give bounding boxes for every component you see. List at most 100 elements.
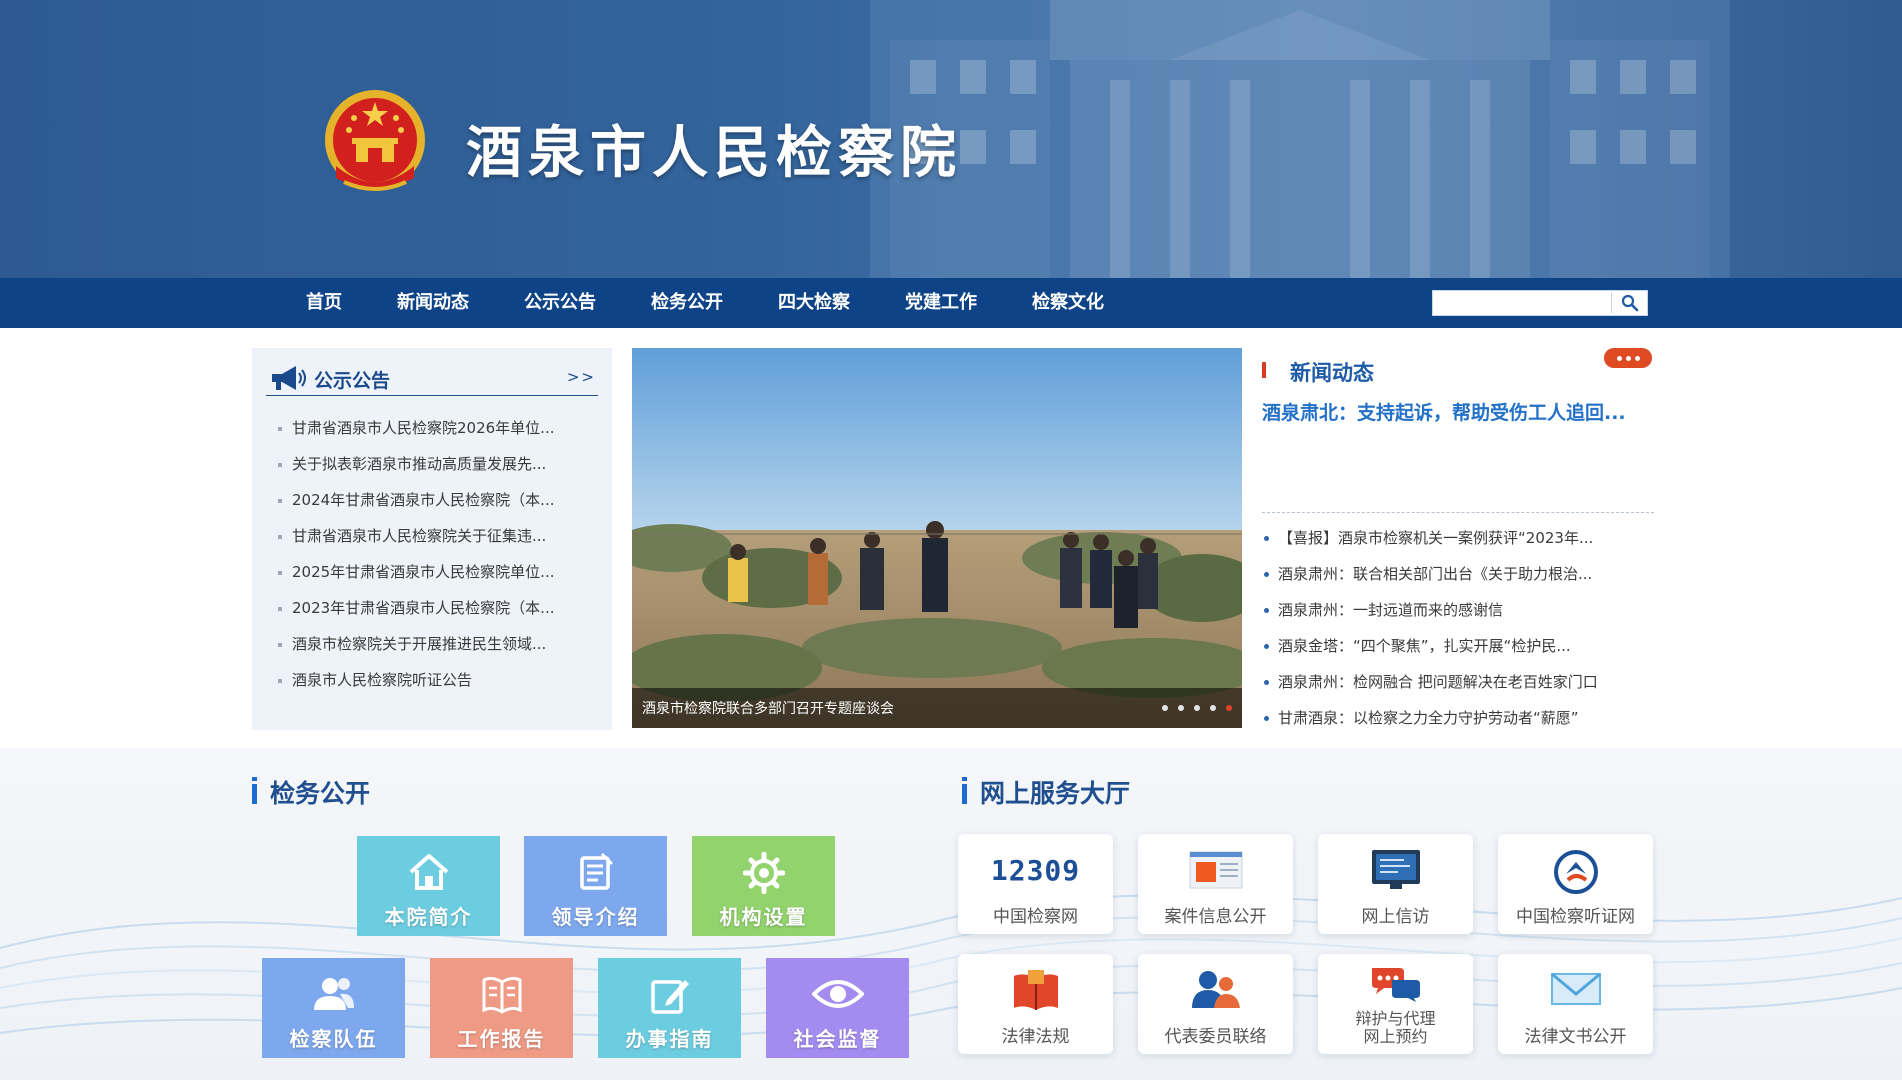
tile-social-supervision[interactable]: 社会监督 xyxy=(766,958,909,1058)
carousel-caption: 酒泉市检察院联合多部门召开专题座谈会 xyxy=(642,701,894,717)
news-item[interactable]: 酒泉肃州：一封远道而来的感谢信 xyxy=(1262,592,1654,628)
notice-item[interactable]: 2023年甘肃省酒泉市人民检察院（本... xyxy=(276,590,606,626)
tile-procuratorial-team[interactable]: 检察队伍 xyxy=(262,958,405,1058)
service-hearing-net[interactable]: 中国检察听证网 xyxy=(1498,834,1653,934)
service-label: 中国检察听证网 xyxy=(1516,907,1635,927)
carousel-dot-active[interactable] xyxy=(1226,705,1232,711)
monitor-icon xyxy=(1371,850,1420,889)
notice-item[interactable]: 2025年甘肃省酒泉市人民检察院单位... xyxy=(276,554,606,590)
service-label: 中国检察网 xyxy=(993,907,1078,927)
notice-list: 甘肃省酒泉市人民检察院2026年单位... 关于拟表彰酒泉市推动高质量发展先..… xyxy=(276,410,606,698)
carousel-caption-bar: 酒泉市检察院联合多部门召开专题座谈会 xyxy=(632,688,1242,728)
news-title: 新闻动态 xyxy=(1290,361,1374,385)
tile-label: 检察队伍 xyxy=(289,1027,378,1051)
carousel-dot[interactable] xyxy=(1194,705,1200,711)
notice-item[interactable]: 关于拟表彰酒泉市推动高质量发展先... xyxy=(276,446,606,482)
notice-item[interactable]: 甘肃省酒泉市人民检察院2026年单位... xyxy=(276,410,606,446)
nav-item-party-building[interactable]: 党建工作 xyxy=(905,278,977,328)
nav-item-culture[interactable]: 检察文化 xyxy=(1032,278,1104,328)
eye-icon xyxy=(811,980,864,1008)
megaphone-icon xyxy=(272,366,306,390)
service-label: 案件信息公开 xyxy=(1164,907,1267,927)
tile-label: 工作报告 xyxy=(457,1027,546,1051)
news-item[interactable]: 酒泉肃州：检网融合 把问题解决在老百姓家门口 xyxy=(1262,664,1654,700)
search-button[interactable] xyxy=(1611,293,1647,313)
news-title-marker xyxy=(1262,362,1266,378)
news-more-button[interactable] xyxy=(1604,348,1652,368)
affairs-title-marker xyxy=(252,777,257,804)
tile-about-court[interactable]: 本院简介 xyxy=(357,836,500,936)
users-icon xyxy=(313,978,354,1010)
service-laws-regulations[interactable]: 法律法规 xyxy=(958,954,1113,1054)
affairs-section-title: 检务公开 xyxy=(270,779,371,808)
service-defense-appointment[interactable]: 辩护与代理 网上预约 xyxy=(1318,954,1473,1054)
notice-item[interactable]: 甘肃省酒泉市人民检察院关于征集违... xyxy=(276,518,606,554)
service-label: 法律文书公开 xyxy=(1524,1027,1627,1047)
carousel-dot[interactable] xyxy=(1162,705,1168,711)
nav-item-home[interactable]: 首页 xyxy=(306,278,342,328)
notice-item[interactable]: 酒泉市人民检察院听证公告 xyxy=(276,662,606,698)
notice-panel: 公示公告 >> 甘肃省酒泉市人民检察院2026年单位... 关于拟表彰酒泉市推动… xyxy=(252,348,612,730)
service-label: 法律法规 xyxy=(1001,1027,1070,1047)
tile-label: 机构设置 xyxy=(719,905,808,929)
service-label-line: 网上预约 xyxy=(1363,1027,1428,1046)
tile-work-report[interactable]: 工作报告 xyxy=(430,958,573,1058)
document-icon xyxy=(579,852,613,890)
service-online-petition[interactable]: 网上信访 xyxy=(1318,834,1473,934)
tile-label: 社会监督 xyxy=(793,1027,882,1051)
search-input[interactable] xyxy=(1433,291,1609,315)
carousel-dot[interactable] xyxy=(1210,705,1216,711)
hearing-logo-icon xyxy=(1553,850,1598,894)
notice-item[interactable]: 酒泉市检察院关于开展推进民生领域... xyxy=(276,626,606,662)
notice-title: 公示公告 xyxy=(314,370,391,392)
case-info-icon xyxy=(1189,851,1242,889)
news-item[interactable]: 酒泉肃州：联合相关部门出台《关于助力根治... xyxy=(1262,556,1654,592)
news-item[interactable]: 甘肃酒泉：以检察之力全力守护劳动者“薪愿” xyxy=(1262,700,1654,736)
news-carousel[interactable]: 酒泉市检察院联合多部门召开专题座谈会 xyxy=(632,348,1242,728)
service-china-procuratorate-net[interactable]: 12309 中国检察网 xyxy=(958,834,1113,934)
news-headline[interactable]: 酒泉肃北：支持起诉，帮助受伤工人追回... xyxy=(1262,398,1626,425)
news-item[interactable]: 酒泉金塔：“四个聚焦”，扎实开展“检护民... xyxy=(1262,628,1654,664)
people-icon xyxy=(1191,971,1240,1008)
main-navigation: 首页 新闻动态 公示公告 检务公开 四大检察 党建工作 检察文化 xyxy=(0,278,1902,328)
search-box xyxy=(1432,290,1648,316)
chat-bubbles-icon xyxy=(1371,968,1420,1002)
notice-header: 公示公告 >> xyxy=(266,362,598,396)
tile-label: 办事指南 xyxy=(625,1027,714,1051)
service-legal-documents[interactable]: 法律文书公开 xyxy=(1498,954,1653,1054)
book-icon xyxy=(482,976,521,1014)
site-title: 酒泉市人民检察院 xyxy=(466,120,962,186)
service-label: 代表委员联络 xyxy=(1164,1027,1267,1047)
national-emblem-icon xyxy=(325,90,425,191)
service-deputy-liaison[interactable]: 代表委员联络 xyxy=(1138,954,1293,1054)
site-header: 酒泉市人民检察院 xyxy=(0,0,1902,278)
service-label-line: 辩护与代理 xyxy=(1355,1009,1436,1028)
tile-leaders[interactable]: 领导介绍 xyxy=(524,836,667,936)
edit-icon xyxy=(650,980,689,1014)
services-section-title: 网上服务大厅 xyxy=(980,779,1131,808)
tile-label: 领导介绍 xyxy=(551,905,640,929)
news-item[interactable]: 【喜报】酒泉市检察机关一案例获评“2023年... xyxy=(1262,520,1654,556)
tile-label: 本院简介 xyxy=(384,905,473,929)
law-book-icon xyxy=(1013,970,1058,1010)
nav-item-four-procuratorates[interactable]: 四大检察 xyxy=(778,278,850,328)
courthouse-background-image xyxy=(870,0,1730,278)
services-title-marker xyxy=(962,777,967,804)
bottom-section: 检务公开 网上服务大厅 本院简介 领导介绍 机构设置 检察队伍 工作报告 办事指… xyxy=(0,748,1902,1080)
nav-item-news[interactable]: 新闻动态 xyxy=(397,278,469,328)
envelope-icon xyxy=(1550,972,1601,1005)
service-label: 网上信访 xyxy=(1361,907,1430,927)
tile-organization[interactable]: 机构设置 xyxy=(692,836,835,936)
home-icon xyxy=(409,854,448,890)
nav-item-announcements[interactable]: 公示公告 xyxy=(524,278,596,328)
notice-item[interactable]: 2024年甘肃省酒泉市人民检察院（本... xyxy=(276,482,606,518)
news-panel: 新闻动态 酒泉肃北：支持起诉，帮助受伤工人追回... 【喜报】酒泉市检察机关一案… xyxy=(1260,348,1654,730)
carousel-pagination xyxy=(1162,705,1232,711)
carousel-dot[interactable] xyxy=(1178,705,1184,711)
notice-more-link[interactable]: >> xyxy=(567,368,596,386)
tile-service-guide[interactable]: 办事指南 xyxy=(598,958,741,1058)
gear-icon xyxy=(742,852,785,894)
nav-item-procuratorial-affairs[interactable]: 检务公开 xyxy=(651,278,723,328)
service-case-info[interactable]: 案件信息公开 xyxy=(1138,834,1293,934)
news-divider xyxy=(1262,512,1654,513)
